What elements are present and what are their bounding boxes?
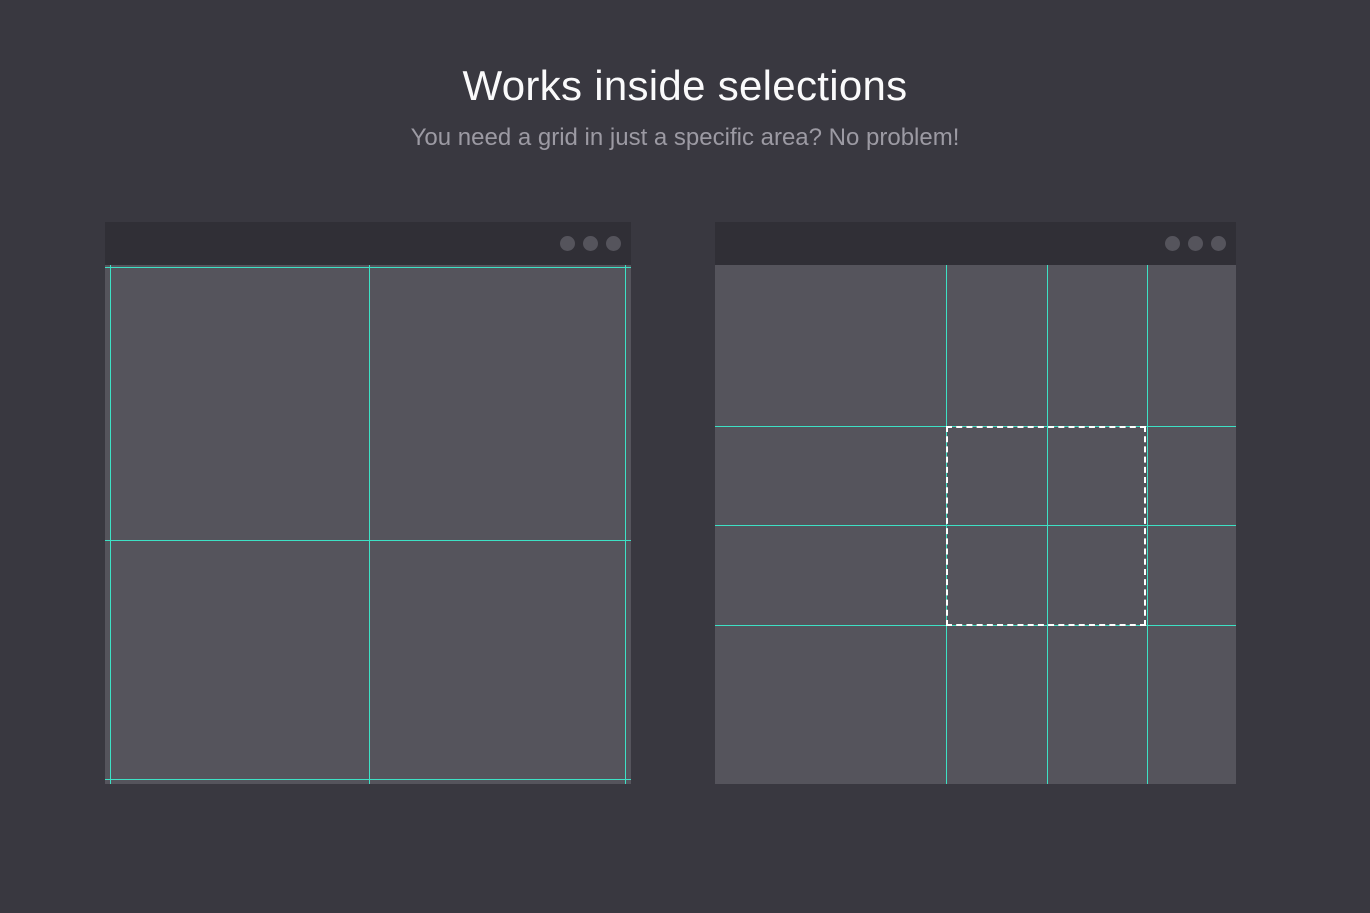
window-controls <box>560 222 621 265</box>
guide-horizontal <box>105 779 631 780</box>
titlebar <box>105 222 631 265</box>
guide-vertical <box>110 265 111 784</box>
window-dot-icon <box>1211 236 1226 251</box>
guide-vertical <box>1147 265 1148 784</box>
example-window-right <box>715 222 1236 784</box>
selection-marquee[interactable] <box>946 426 1146 626</box>
page-subtitle: You need a grid in just a specific area?… <box>0 110 1370 152</box>
window-controls <box>1165 222 1226 265</box>
window-dot-icon <box>1165 236 1180 251</box>
titlebar <box>715 222 1236 265</box>
guide-vertical <box>625 265 626 784</box>
example-window-left <box>105 222 631 784</box>
guide-vertical <box>369 265 370 784</box>
window-dot-icon <box>560 236 575 251</box>
window-dot-icon <box>583 236 598 251</box>
window-dot-icon <box>606 236 621 251</box>
guide-horizontal <box>105 540 631 541</box>
guide-horizontal <box>105 267 631 268</box>
window-dot-icon <box>1188 236 1203 251</box>
page-title: Works inside selections <box>0 0 1370 110</box>
